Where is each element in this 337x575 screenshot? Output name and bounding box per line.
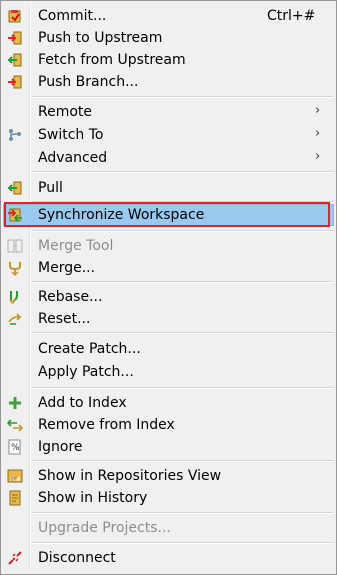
menu-item-label: Remove from Index — [38, 417, 175, 433]
menu-item-switch-to[interactable]: Switch To › — [3, 124, 334, 146]
merge-tool-icon — [7, 239, 23, 253]
menu-item-remove-from-index[interactable]: Remove from Index — [3, 414, 334, 436]
menu-item-label: Disconnect — [38, 550, 116, 566]
push-icon — [8, 31, 22, 45]
menu-item-label: Push Branch... — [38, 74, 139, 90]
context-menu: Commit... Ctrl+# Push to Upstream Fetch … — [0, 0, 337, 575]
menu-item-push-branch[interactable]: Push Branch... — [3, 71, 334, 93]
menu-separator — [32, 387, 334, 389]
menu-item-apply-patch[interactable]: Apply Patch... — [3, 361, 334, 383]
remove-icon — [7, 419, 23, 432]
menu-item-label: Remote — [38, 104, 93, 120]
menu-separator — [32, 332, 334, 334]
push-branch-icon — [8, 75, 22, 89]
menu-separator — [32, 512, 334, 514]
menu-separator — [32, 542, 334, 544]
menu-item-label: Upgrade Projects... — [38, 520, 171, 536]
submenu-arrow-icon: › — [315, 149, 321, 164]
menu-item-show-in-repositories-view[interactable]: GIT Show in Repositories View — [3, 465, 334, 487]
menu-separator — [32, 171, 334, 173]
repository-icon: GIT — [7, 469, 23, 483]
menu-item-create-patch[interactable]: Create Patch... — [3, 338, 334, 360]
history-icon — [9, 490, 21, 506]
menu-item-push-to-upstream[interactable]: Push to Upstream — [3, 27, 334, 49]
menu-item-show-in-history[interactable]: Show in History — [3, 487, 334, 509]
menu-item-label: Merge... — [38, 260, 96, 276]
disconnect-icon — [8, 551, 22, 565]
rebase-icon — [9, 291, 18, 305]
menu-item-label: Show in History — [38, 490, 148, 506]
branch-icon — [9, 129, 21, 141]
menu-item-remote[interactable]: Remote › — [3, 101, 334, 123]
menu-separator — [32, 96, 334, 98]
shortcut-label: Ctrl+# — [267, 8, 316, 24]
menu-item-merge[interactable]: Merge... — [3, 257, 334, 279]
menu-item-label: Add to Index — [38, 395, 127, 411]
add-icon — [9, 397, 21, 409]
menu-item-upgrade-projects: Upgrade Projects... — [3, 517, 334, 539]
commit-icon — [8, 10, 21, 23]
menu-item-advanced[interactable]: Advanced › — [3, 147, 334, 169]
submenu-arrow-icon: › — [315, 103, 321, 118]
menu-item-label: Rebase... — [38, 289, 103, 305]
menu-item-commit[interactable]: Commit... Ctrl+# — [3, 5, 334, 27]
highlight-annotation-box — [4, 202, 330, 227]
menu-item-ignore[interactable]: % Ignore — [3, 436, 334, 458]
menu-separator — [32, 460, 334, 462]
submenu-arrow-icon: › — [315, 126, 321, 141]
reset-icon — [8, 313, 22, 325]
ignore-icon: % — [8, 439, 21, 455]
menu-separator — [32, 230, 334, 232]
menu-item-fetch-from-upstream[interactable]: Fetch from Upstream — [3, 49, 334, 71]
menu-item-label: Switch To — [38, 127, 104, 143]
menu-item-label: Apply Patch... — [38, 364, 134, 380]
fetch-icon — [7, 53, 22, 67]
merge-icon — [9, 262, 21, 276]
menu-item-label: Advanced — [38, 150, 108, 166]
menu-item-label: Push to Upstream — [38, 30, 163, 46]
menu-item-rebase[interactable]: Rebase... — [3, 286, 334, 308]
menu-item-reset[interactable]: Reset... — [3, 308, 334, 330]
menu-item-label: Merge Tool — [38, 238, 114, 254]
menu-separator — [32, 281, 334, 283]
menu-item-label: Ignore — [38, 439, 83, 455]
menu-item-label: Reset... — [38, 311, 91, 327]
menu-item-label: Show in Repositories View — [38, 468, 222, 484]
menu-item-add-to-index[interactable]: Add to Index — [3, 392, 334, 414]
svg-text:%: % — [11, 443, 20, 453]
menu-item-merge-tool: Merge Tool — [3, 235, 334, 257]
menu-item-label: Fetch from Upstream — [38, 52, 186, 68]
svg-text:GIT: GIT — [11, 477, 18, 482]
menu-item-label: Pull — [38, 180, 63, 196]
pull-icon — [7, 181, 22, 195]
menu-item-label: Commit... — [38, 8, 107, 24]
menu-item-pull[interactable]: Pull — [3, 177, 334, 199]
menu-item-disconnect[interactable]: Disconnect — [3, 547, 334, 569]
menu-item-label: Create Patch... — [38, 341, 141, 357]
